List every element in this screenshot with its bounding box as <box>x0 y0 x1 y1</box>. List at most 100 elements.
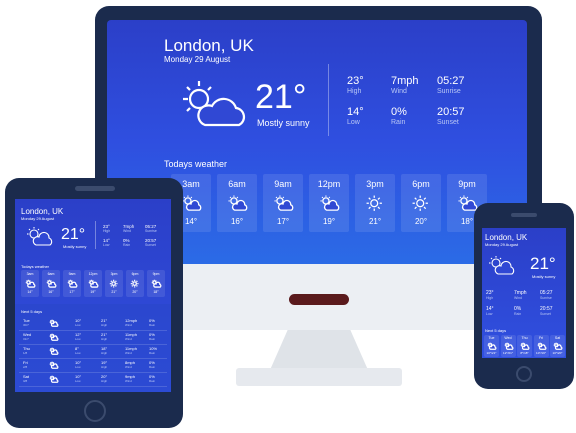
day-wind-label: Wind <box>125 351 132 355</box>
partly-cloudy-icon <box>49 361 59 369</box>
hour-time: 9pm <box>458 179 476 189</box>
day-row: Thu 1/8 8° Low 18° High 11mph Wind 10% Rain <box>19 345 167 359</box>
monitor-base <box>236 368 402 386</box>
stat-label: Sunset <box>540 312 551 316</box>
hour-time: 6pm <box>131 272 139 276</box>
day-date: 1/8 <box>23 351 28 355</box>
stat-sunset-value: 20:57 <box>437 106 465 118</box>
hour-temp: 19° <box>90 290 96 294</box>
partly-cloudy-icon <box>489 256 515 275</box>
hour-temp: 21° <box>368 217 382 226</box>
divider <box>95 221 96 249</box>
day-card: Fri 10°/19° <box>533 335 549 357</box>
hour-temp: 19° <box>322 217 336 226</box>
stat-label: Sunrise <box>540 296 552 300</box>
day-row: Wed 31/7 12° Low 21° High 11mph Wind 0% Rain <box>19 331 167 345</box>
hour-time: 12pm <box>88 272 98 276</box>
todays-weather-label: Todays weather <box>21 264 50 269</box>
stat-low-value: 14° <box>347 106 364 118</box>
day-name: Wed <box>504 336 512 340</box>
stat-sunset-label: Sunset <box>437 119 459 126</box>
stat-high-label: High <box>347 88 362 95</box>
stat-wind-value: 7mph <box>391 75 419 87</box>
hour-temp: 21° <box>111 290 117 294</box>
day-low-label: Low <box>75 337 81 341</box>
stat-rain-label: Rain <box>391 119 406 126</box>
tablet-speaker <box>75 186 115 191</box>
stat-label: Wind <box>514 296 522 300</box>
hour-temp: 17° <box>276 217 290 226</box>
stat-label: Low <box>103 243 110 247</box>
hourly-card: 3pm 21° <box>355 174 395 232</box>
day-card: Thu 8°/18° <box>517 335 532 357</box>
partly-cloudy-icon <box>46 279 57 288</box>
hourly-card: 12pm 19° <box>84 270 102 297</box>
day-temps: 10°/20° <box>552 351 563 355</box>
day-rain-label: Rain <box>149 337 156 341</box>
monitor-stand <box>270 330 368 370</box>
day-name: Thu <box>521 336 528 340</box>
hour-temp: 17° <box>69 290 75 294</box>
day-rain-label: Rain <box>149 379 156 383</box>
hour-time: 6pm <box>412 179 430 189</box>
hour-temp: 16° <box>48 290 54 294</box>
stat-label: Sunset <box>145 243 156 247</box>
day-rain-label: Rain <box>149 351 156 355</box>
day-rain-label: Rain <box>149 323 156 327</box>
day-high-label: High <box>101 379 108 383</box>
partly-cloudy-icon <box>49 319 59 327</box>
day-date: 30/7 <box>23 323 29 327</box>
current-temp: 21° <box>255 78 307 116</box>
todays-weather-label: Todays weather <box>164 159 228 169</box>
day-name: Tue <box>488 336 495 340</box>
day-card: Tue 10°/21° <box>484 335 499 357</box>
partly-cloudy-icon <box>88 279 99 288</box>
partly-cloudy-icon <box>49 333 59 341</box>
day-high-label: High <box>101 365 108 369</box>
current-temp: 21° <box>530 254 556 273</box>
day-low-label: Low <box>75 351 81 355</box>
stat-high-value: 23° <box>347 75 364 87</box>
date-label: Monday 29 August <box>164 55 231 64</box>
stat-sunrise-label: Sunrise <box>437 88 461 95</box>
day-row: Fri 2/8 10° Low 19° High 8mph Wind 0% Rain <box>19 359 167 373</box>
partly-cloudy-icon <box>25 279 36 288</box>
hour-temp: 20° <box>414 217 428 226</box>
day-low-label: Low <box>75 379 81 383</box>
partly-cloudy-icon <box>49 375 59 383</box>
hour-time: 9pm <box>152 272 160 276</box>
partly-cloudy-icon <box>553 342 563 350</box>
city-title: London, UK <box>485 233 528 242</box>
day-name: Fri <box>538 336 544 340</box>
current-temp: 21° <box>61 226 86 243</box>
hourly-card: 9am 17° <box>263 174 303 232</box>
divider <box>328 64 329 136</box>
partly-cloudy-icon <box>27 227 53 246</box>
phone-speaker <box>511 213 537 217</box>
hourly-card: 9pm 18° <box>147 270 165 297</box>
day-date: 2/8 <box>23 365 28 369</box>
tablet-home-button[interactable] <box>84 400 106 422</box>
partly-cloudy-icon <box>487 342 497 350</box>
hour-temp: 14° <box>27 290 33 294</box>
hour-time: 9am <box>274 179 292 189</box>
phone-home-button[interactable] <box>516 366 532 382</box>
partly-cloudy-icon <box>182 195 202 211</box>
hour-time: 3pm <box>366 179 384 189</box>
next-days-label: Next 5 days <box>21 309 43 314</box>
day-wind-label: Wind <box>125 337 132 341</box>
stat-label: Wind <box>123 229 131 233</box>
hour-temp: 20° <box>132 290 138 294</box>
partly-cloudy-icon <box>520 342 530 350</box>
hourly-card: 3pm 21° <box>105 270 123 297</box>
day-name: Sat <box>554 336 561 340</box>
current-condition: Mostly sunny <box>63 244 87 249</box>
hour-time: 12pm <box>317 179 341 189</box>
day-temps: 10°/21° <box>486 351 497 355</box>
stat-rain-value: 0% <box>391 106 407 118</box>
date-label: Monday 29 August <box>485 242 519 247</box>
day-wind-label: Wind <box>125 323 132 327</box>
hour-time: 6am <box>228 179 246 189</box>
day-card: Wed 12°/21° <box>500 335 516 357</box>
partly-cloudy-icon <box>320 195 340 211</box>
